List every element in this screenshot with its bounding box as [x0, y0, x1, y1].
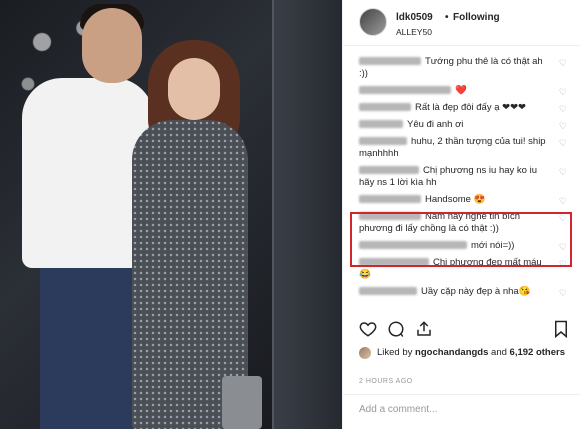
share-icon[interactable]	[415, 320, 433, 338]
heart-icon[interactable]	[359, 320, 377, 338]
likes-count[interactable]: 6,192 others	[510, 347, 565, 358]
comment-item: Tướng phu thê là có thật ah :)) ♡	[359, 56, 567, 80]
blurred-username[interactable]	[359, 103, 411, 112]
comment-like-icon[interactable]: ♡	[559, 86, 567, 98]
post-header: ldk0509 • Following ALLEY50	[343, 0, 580, 46]
add-comment-input[interactable]	[359, 404, 559, 415]
man-head	[82, 8, 142, 83]
add-comment-bar	[343, 394, 580, 429]
blurred-username[interactable]	[359, 86, 451, 95]
comment-like-icon[interactable]: ♡	[559, 120, 567, 132]
comment-item: Uầy cặp này đẹp à nha😘 ♡	[359, 286, 567, 298]
comment-like-icon[interactable]: ♡	[559, 103, 567, 115]
post-photo[interactable]	[0, 0, 342, 429]
username[interactable]: ldk0509	[396, 12, 433, 23]
location[interactable]: ALLEY50	[396, 27, 432, 37]
likes-conj: and	[491, 347, 507, 358]
glass-door	[272, 0, 342, 429]
comment-like-icon[interactable]: ♡	[559, 166, 567, 178]
blurred-username[interactable]	[359, 287, 417, 296]
comment-item: Yêu đi anh ơi ♡	[359, 119, 567, 131]
comment-item: huhu, 2 thần tượng của tui! ship mạnhhhh…	[359, 136, 567, 160]
follow-status[interactable]: Following	[453, 12, 500, 23]
blurred-username[interactable]	[359, 166, 419, 175]
comment-text: Uầy cặp này đẹp à nha😘	[421, 286, 531, 297]
woman-face	[168, 58, 220, 120]
likes-prefix: Liked by	[377, 347, 413, 358]
avatar[interactable]	[359, 8, 387, 36]
comment-like-icon[interactable]: ♡	[559, 195, 567, 207]
comment-text: ❤️	[455, 85, 467, 96]
bookmark-icon[interactable]	[553, 320, 569, 338]
comment-item: Rất là đẹp đôi đấy ạ ❤❤❤ ♡	[359, 102, 567, 114]
blurred-username[interactable]	[359, 137, 407, 146]
liker-username[interactable]: ngochandangds	[415, 347, 488, 358]
comment-item: Chị phương ns iu hay ko iu hãy ns 1 lời …	[359, 165, 567, 189]
lamp	[222, 376, 262, 429]
comment-like-icon[interactable]: ♡	[559, 287, 567, 299]
post-timestamp[interactable]: 2 HOURS AGO	[359, 378, 413, 385]
liker-avatar[interactable]	[359, 347, 371, 359]
highlight-box	[350, 212, 572, 267]
comment-text: Handsome 😍	[425, 194, 486, 205]
comment-text: Yêu đi anh ơi	[407, 119, 464, 130]
blurred-username[interactable]	[359, 57, 421, 66]
likes-summary: Liked by ngochandangds and 6,192 others	[359, 346, 569, 359]
comment-like-icon[interactable]: ♡	[559, 57, 567, 69]
action-bar	[359, 320, 567, 340]
comment-like-icon[interactable]: ♡	[559, 137, 567, 149]
separator-dot: •	[445, 12, 449, 23]
comment-item: ❤️ ♡	[359, 85, 567, 97]
comment-icon[interactable]	[387, 320, 405, 338]
blurred-username[interactable]	[359, 120, 403, 129]
blurred-username[interactable]	[359, 195, 421, 204]
comment-text: Rất là đẹp đôi đấy ạ ❤❤❤	[415, 102, 527, 113]
comment-item: Handsome 😍 ♡	[359, 194, 567, 206]
